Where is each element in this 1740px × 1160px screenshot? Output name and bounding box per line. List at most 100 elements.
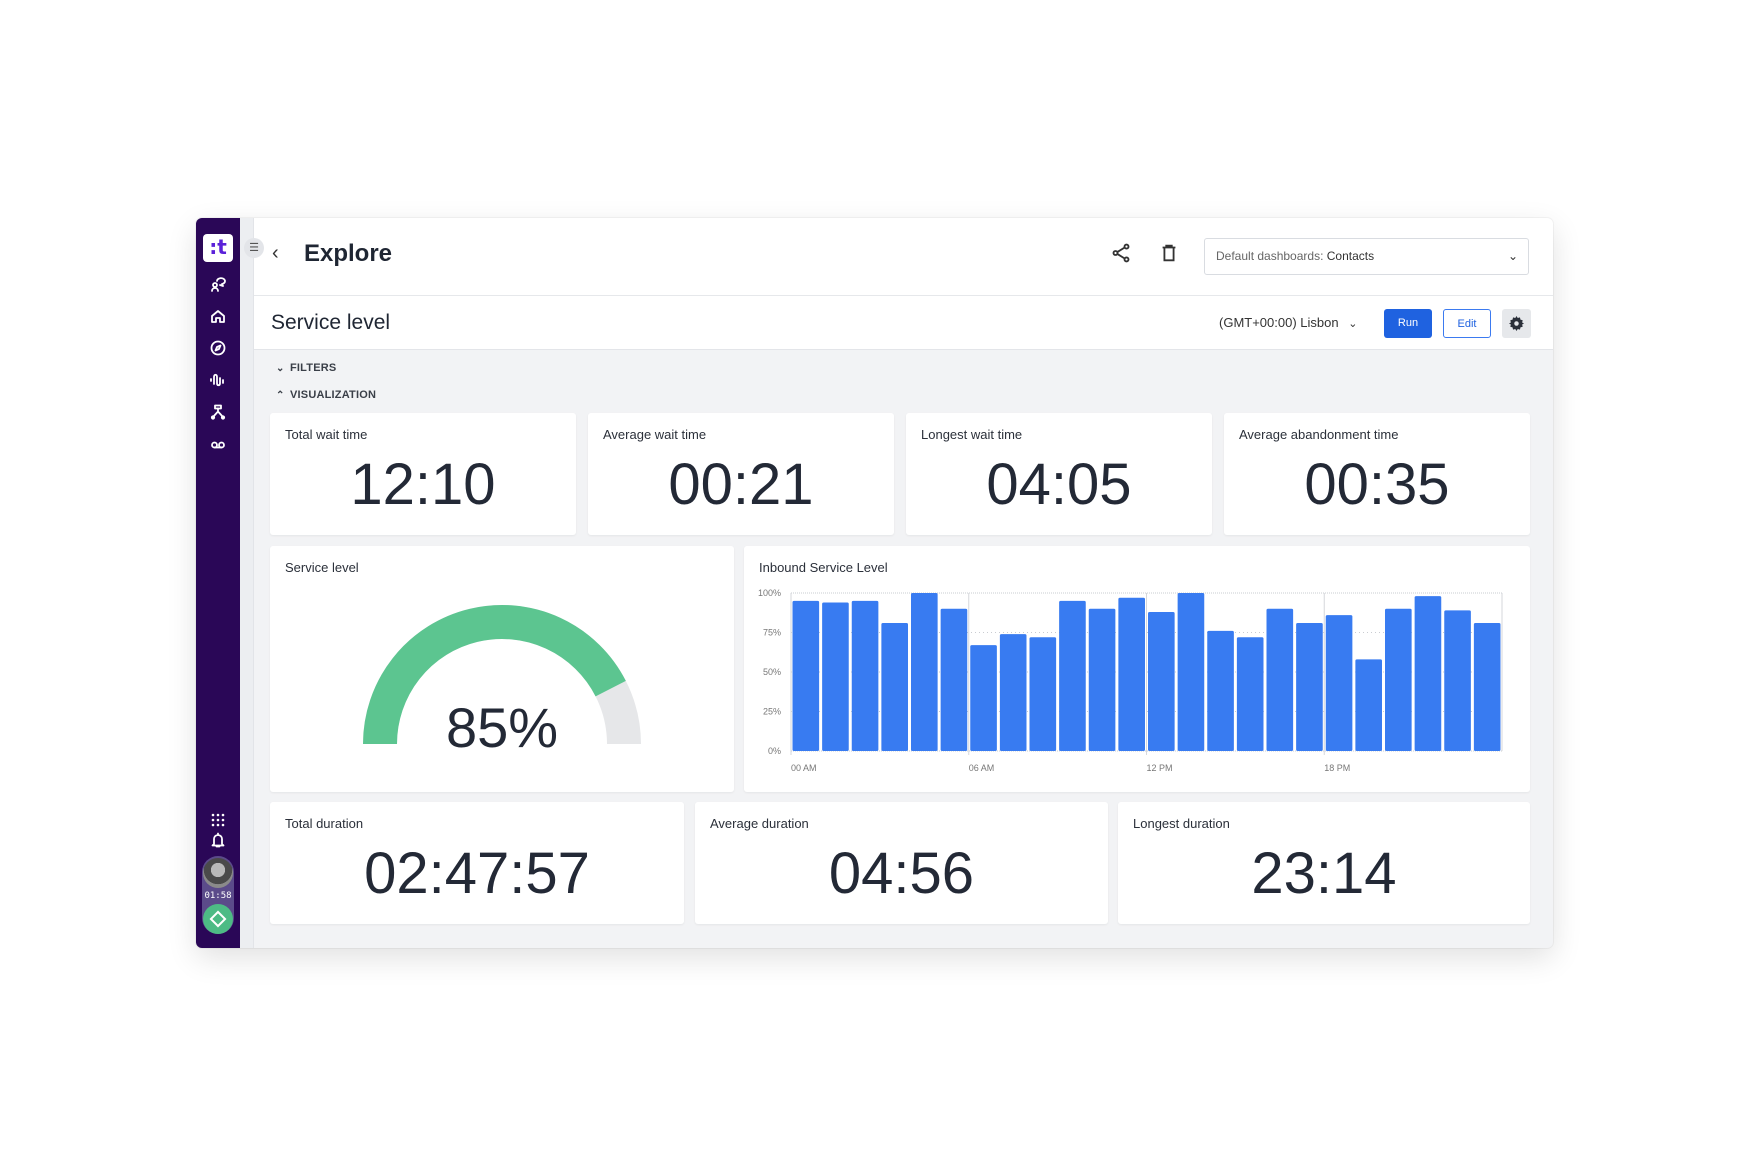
- share-icon[interactable]: [1110, 242, 1134, 266]
- bar-02: [851, 600, 879, 751]
- bar-18: [1325, 615, 1353, 751]
- bar-04: [911, 593, 938, 751]
- sidebar-gutter: [240, 218, 254, 948]
- agent-chat-icon[interactable]: [208, 274, 228, 294]
- kpi-card-longest-duration: Longest duration 23:14: [1118, 802, 1530, 924]
- x-tick-label: 12 PM: [1147, 763, 1173, 773]
- bar-16: [1266, 608, 1294, 751]
- bar-05: [940, 608, 968, 751]
- back-button[interactable]: ‹: [272, 242, 279, 265]
- gauge-value: 85%: [446, 696, 558, 759]
- chevron-down-icon: ⌄: [276, 363, 285, 374]
- workflow-icon[interactable]: [208, 402, 228, 422]
- chevron-up-icon: ⌃: [276, 390, 285, 401]
- timezone-select[interactable]: (GMT+00:00) Lisbon ⌄: [1219, 315, 1357, 330]
- apps-grid-icon[interactable]: [208, 810, 228, 830]
- kpi-card-average-wait-time: Average wait time 00:21: [588, 413, 894, 535]
- kpi-card-total-wait-time: Total wait time 12:10: [270, 413, 576, 535]
- status-button[interactable]: [203, 904, 233, 934]
- collapse-menu-button[interactable]: ☰: [244, 238, 264, 258]
- chevron-down-icon: ⌄: [1348, 318, 1358, 330]
- kpi-label: Total wait time: [285, 427, 368, 442]
- sidebar: :t 01:58: [196, 218, 240, 948]
- bar-17: [1296, 623, 1323, 751]
- run-button[interactable]: Run: [1384, 309, 1432, 338]
- x-tick-label: 00 AM: [791, 763, 817, 773]
- bar-12: [1148, 611, 1175, 751]
- kpi-value: 12:10: [350, 452, 496, 517]
- gear-icon: [1509, 316, 1524, 331]
- chevron-down-icon: ⌄: [1507, 249, 1518, 263]
- kpi-value: 00:35: [1304, 452, 1450, 517]
- kpi-card-total-duration: Total duration 02:47:57: [270, 802, 684, 924]
- compass-icon[interactable]: [208, 338, 228, 358]
- inbound-service-level-chart: 0% 25% 50% 75% 100% 00 AM 06 AM 12 PM 18 PM: [758, 588, 1503, 773]
- gauge-card: Service level 85%: [270, 546, 734, 792]
- y-tick-label: 75%: [763, 628, 781, 638]
- y-tick-label: 100%: [758, 588, 781, 598]
- main-content: ‹ Explore Default dashboards: Contacts ⌄…: [254, 218, 1553, 948]
- dashboard-select-label: Default dashboards:: [1216, 249, 1324, 263]
- x-tick-label: 18 PM: [1324, 763, 1350, 773]
- bar-22: [1444, 610, 1471, 751]
- logo[interactable]: :t: [203, 234, 233, 262]
- bar-00: [792, 600, 820, 751]
- page-title: Explore: [304, 240, 393, 267]
- call-timer: 01:58: [204, 891, 232, 901]
- filters-toggle[interactable]: ⌄ FILTERS: [276, 362, 336, 374]
- bar-11: [1118, 597, 1145, 751]
- trash-icon[interactable]: [1158, 242, 1182, 266]
- bar-21: [1414, 596, 1442, 751]
- x-tick-label: 06 AM: [969, 763, 995, 773]
- report-title: Service level: [271, 311, 391, 334]
- bar-09: [1059, 600, 1086, 751]
- bar-06: [970, 645, 997, 751]
- kpi-card-average-duration: Average duration 04:56: [695, 802, 1108, 924]
- kpi-value: 04:05: [986, 452, 1132, 517]
- diamond-icon: [209, 910, 227, 928]
- visualization-toggle[interactable]: ⌃ VISUALIZATION: [276, 389, 376, 401]
- kpi-label: Average wait time: [603, 427, 707, 442]
- visualization-label: VISUALIZATION: [290, 389, 377, 401]
- filters-label: FILTERS: [290, 362, 337, 374]
- voicemail-icon[interactable]: [208, 434, 228, 454]
- service-level-gauge: 85%: [363, 605, 641, 759]
- y-tick-label: 0%: [768, 746, 781, 756]
- kpi-label: Longest duration: [1133, 816, 1230, 831]
- bar-10: [1088, 608, 1116, 751]
- kpi-card-longest-wait-time: Longest wait time 04:05: [906, 413, 1212, 535]
- bell-icon[interactable]: [208, 830, 228, 850]
- home-icon[interactable]: [208, 306, 228, 326]
- bar-23: [1473, 623, 1501, 751]
- bar-07: [999, 634, 1027, 751]
- bar-20: [1385, 608, 1412, 751]
- pulse-icon[interactable]: [208, 370, 228, 390]
- kpi-value: 00:21: [668, 452, 814, 517]
- kpi-value: 02:47:57: [364, 841, 590, 906]
- kpi-label: Average duration: [710, 816, 809, 831]
- bar-01: [822, 602, 849, 751]
- bar-13: [1177, 593, 1205, 751]
- bar-15: [1236, 637, 1264, 751]
- y-tick-label: 25%: [763, 707, 781, 717]
- edit-button[interactable]: Edit: [1443, 309, 1491, 338]
- avatar[interactable]: [203, 858, 233, 888]
- bar-08: [1029, 637, 1057, 751]
- inbound-service-level-chart-card: Inbound Service Level 0% 25% 50% 75% 100% 00 …: [744, 546, 1530, 792]
- bar-19: [1355, 659, 1382, 751]
- bar-14: [1207, 630, 1234, 751]
- app-window: :t 01:58 ☰ ‹ Explore Default dashboards:…: [196, 218, 1553, 948]
- settings-button[interactable]: [1502, 309, 1531, 338]
- dashboard-select-value: Contacts: [1326, 249, 1375, 263]
- report-toolbar: Service level (GMT+00:00) Lisbon ⌄ Run E…: [254, 296, 1553, 350]
- dashboard-select[interactable]: Default dashboards: Contacts ⌄: [1204, 238, 1529, 275]
- kpi-label: Total duration: [285, 816, 364, 831]
- kpi-card-average-abandonment-time: Average abandonment time 00:35: [1224, 413, 1530, 535]
- kpi-value: 23:14: [1251, 841, 1397, 906]
- kpi-label: Longest wait time: [921, 427, 1023, 442]
- y-tick-label: 50%: [763, 667, 781, 677]
- kpi-label: Average abandonment time: [1239, 427, 1399, 442]
- bar-03: [881, 623, 908, 751]
- timezone-value: (GMT+00:00) Lisbon: [1219, 315, 1339, 330]
- kpi-value: 04:56: [828, 841, 975, 906]
